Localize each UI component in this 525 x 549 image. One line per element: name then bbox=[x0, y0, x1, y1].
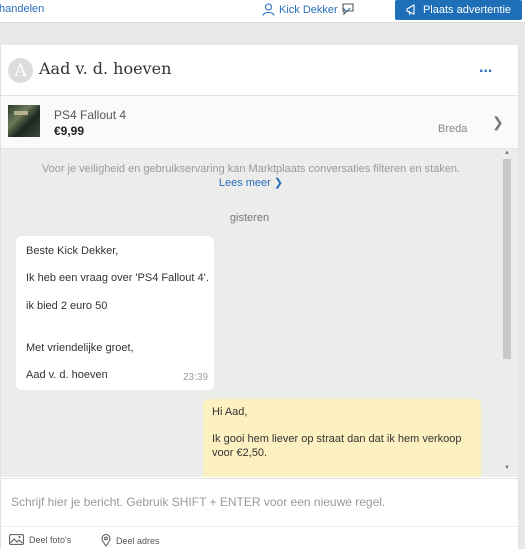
message-input[interactable]: Schrijf hier je bericht. Gebruik SHIFT +… bbox=[11, 495, 385, 509]
message-line: Beste Kick Dekker, bbox=[26, 245, 119, 257]
megaphone-icon bbox=[406, 4, 415, 16]
location-pin-icon bbox=[101, 534, 111, 547]
user-icon bbox=[262, 3, 275, 16]
message-line: ik bied 2 euro 50 bbox=[26, 300, 108, 312]
safety-notice: Voor je veiligheid en gebruikservaring k… bbox=[11, 162, 491, 190]
post-ad-button[interactable]: Plaats advertentie bbox=[395, 0, 522, 20]
user-name: Kick Dekker bbox=[279, 3, 338, 16]
listing-thumbnail bbox=[8, 105, 40, 137]
share-address-label: Deel adres bbox=[116, 535, 160, 546]
composer-actions: Deel foto's Deel adres bbox=[1, 526, 518, 549]
share-photos-label: Deel foto's bbox=[29, 534, 72, 545]
post-ad-label: Plaats advertentie bbox=[422, 4, 512, 16]
share-photos-button[interactable]: Deel foto's bbox=[9, 534, 71, 545]
photo-icon bbox=[9, 534, 24, 545]
read-more-link[interactable]: Lees meer ❯ bbox=[219, 177, 283, 189]
share-address-button[interactable]: Deel adres bbox=[101, 534, 160, 547]
scroll-up-icon[interactable]: ▲ bbox=[504, 150, 510, 156]
message-time: 23:39 bbox=[183, 372, 209, 383]
outgoing-message: Hi Aad, Ik gooi hem liever op straat dan… bbox=[203, 399, 481, 477]
avatar: A bbox=[8, 58, 33, 83]
listing-price: €9,99 bbox=[54, 124, 85, 138]
scrollbar[interactable]: ▲ ▼ bbox=[501, 149, 513, 477]
more-options-icon[interactable]: ... bbox=[479, 59, 492, 77]
scroll-down-icon[interactable]: ▼ bbox=[504, 465, 510, 471]
user-menu[interactable]: Kick Dekker bbox=[262, 3, 351, 16]
message-line: Hi Aad, bbox=[212, 406, 248, 418]
listing-city: Breda bbox=[438, 123, 468, 135]
conversation-header: A Aad v. d. hoeven ... bbox=[1, 45, 518, 96]
message-list[interactable]: Voor je veiligheid en gebruikservaring k… bbox=[1, 149, 518, 477]
nav-link[interactable]: handelen bbox=[0, 3, 44, 15]
message-line: Ik heb een vraag over 'PS4 Fallout 4'. bbox=[26, 272, 209, 284]
listing-card[interactable]: PS4 Fallout 4 €9,99 Breda ❯ bbox=[1, 96, 518, 149]
scrollbar-thumb[interactable] bbox=[503, 159, 511, 359]
safety-notice-text: Voor je veiligheid en gebruikservaring k… bbox=[41, 163, 461, 175]
message-line: Met vriendelijke groet, bbox=[26, 342, 134, 354]
message-composer[interactable]: Schrijf hier je bericht. Gebruik SHIFT +… bbox=[1, 478, 518, 527]
chat-icon[interactable] bbox=[341, 2, 355, 16]
date-divider: gisteren bbox=[229, 212, 270, 224]
conversation-panel: A Aad v. d. hoeven ... PS4 Fallout 4 €9,… bbox=[0, 45, 519, 549]
message-line: Aad v. d. hoeven bbox=[26, 369, 108, 381]
message-line: Ik gooi hem liever op straat dan dat ik … bbox=[212, 433, 462, 459]
chevron-right-icon: ❯ bbox=[492, 114, 504, 130]
top-bar: handelen Kick Dekker Plaats advertentie bbox=[0, 0, 525, 23]
contact-name: Aad v. d. hoeven bbox=[39, 59, 172, 78]
incoming-message: Beste Kick Dekker, Ik heb een vraag over… bbox=[16, 236, 214, 390]
listing-title: PS4 Fallout 4 bbox=[54, 108, 127, 122]
